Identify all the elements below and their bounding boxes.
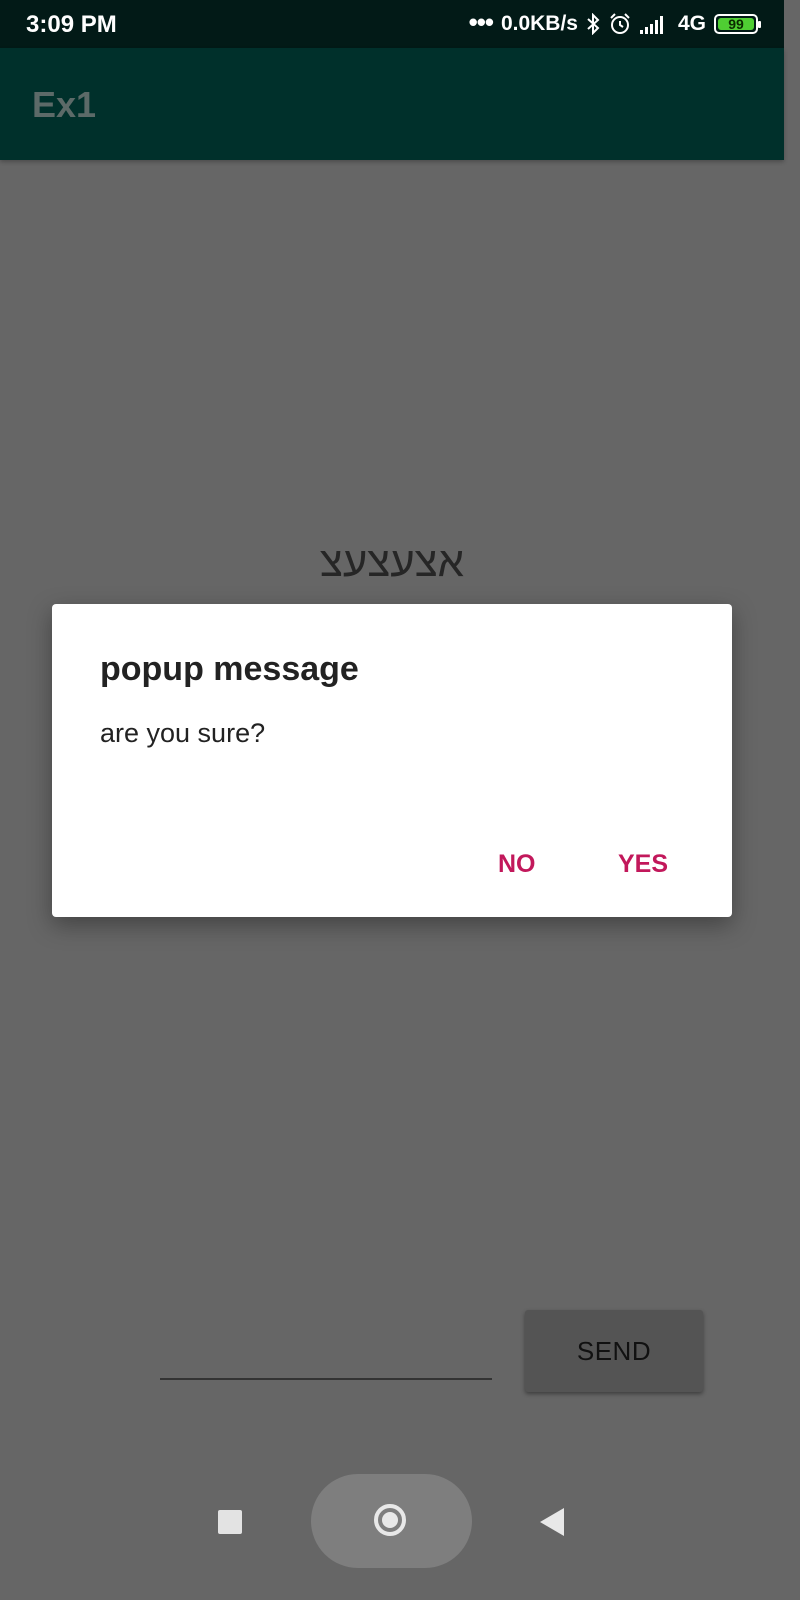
confirm-dialog: popup message are you sure? NO YES [52,604,732,917]
status-bar: 3:09 PM ••• 0.0KB/s 4G 99 [0,0,784,48]
app-title: Ex1 [32,84,97,125]
recent-apps-icon[interactable] [218,1510,242,1534]
dialog-title: popup message [100,650,359,688]
status-time: 3:09 PM [26,11,117,38]
status-icons: ••• 0.0KB/s 4G 99 [468,6,761,40]
more-notifications-icon: ••• [468,6,494,37]
battery-level: 99 [728,16,744,32]
home-icon[interactable] [374,1504,406,1536]
bluetooth-icon [586,13,600,35]
back-icon[interactable] [540,1508,564,1536]
network-speed: 0.0KB/s [500,12,578,35]
navigation-bar [0,1470,784,1568]
battery-icon: 99 [714,14,761,34]
no-button[interactable]: NO [492,846,542,883]
send-button[interactable]: SEND [525,1310,703,1392]
signal-icon [639,14,670,34]
alarm-icon [608,12,632,36]
app-bar: Ex1 [0,48,784,160]
center-text-view: אצעצעצ [320,538,464,585]
yes-button[interactable]: YES [612,846,674,883]
network-type: 4G [677,12,706,35]
message-input[interactable] [160,1330,492,1380]
dialog-message: are you sure? [100,718,266,748]
